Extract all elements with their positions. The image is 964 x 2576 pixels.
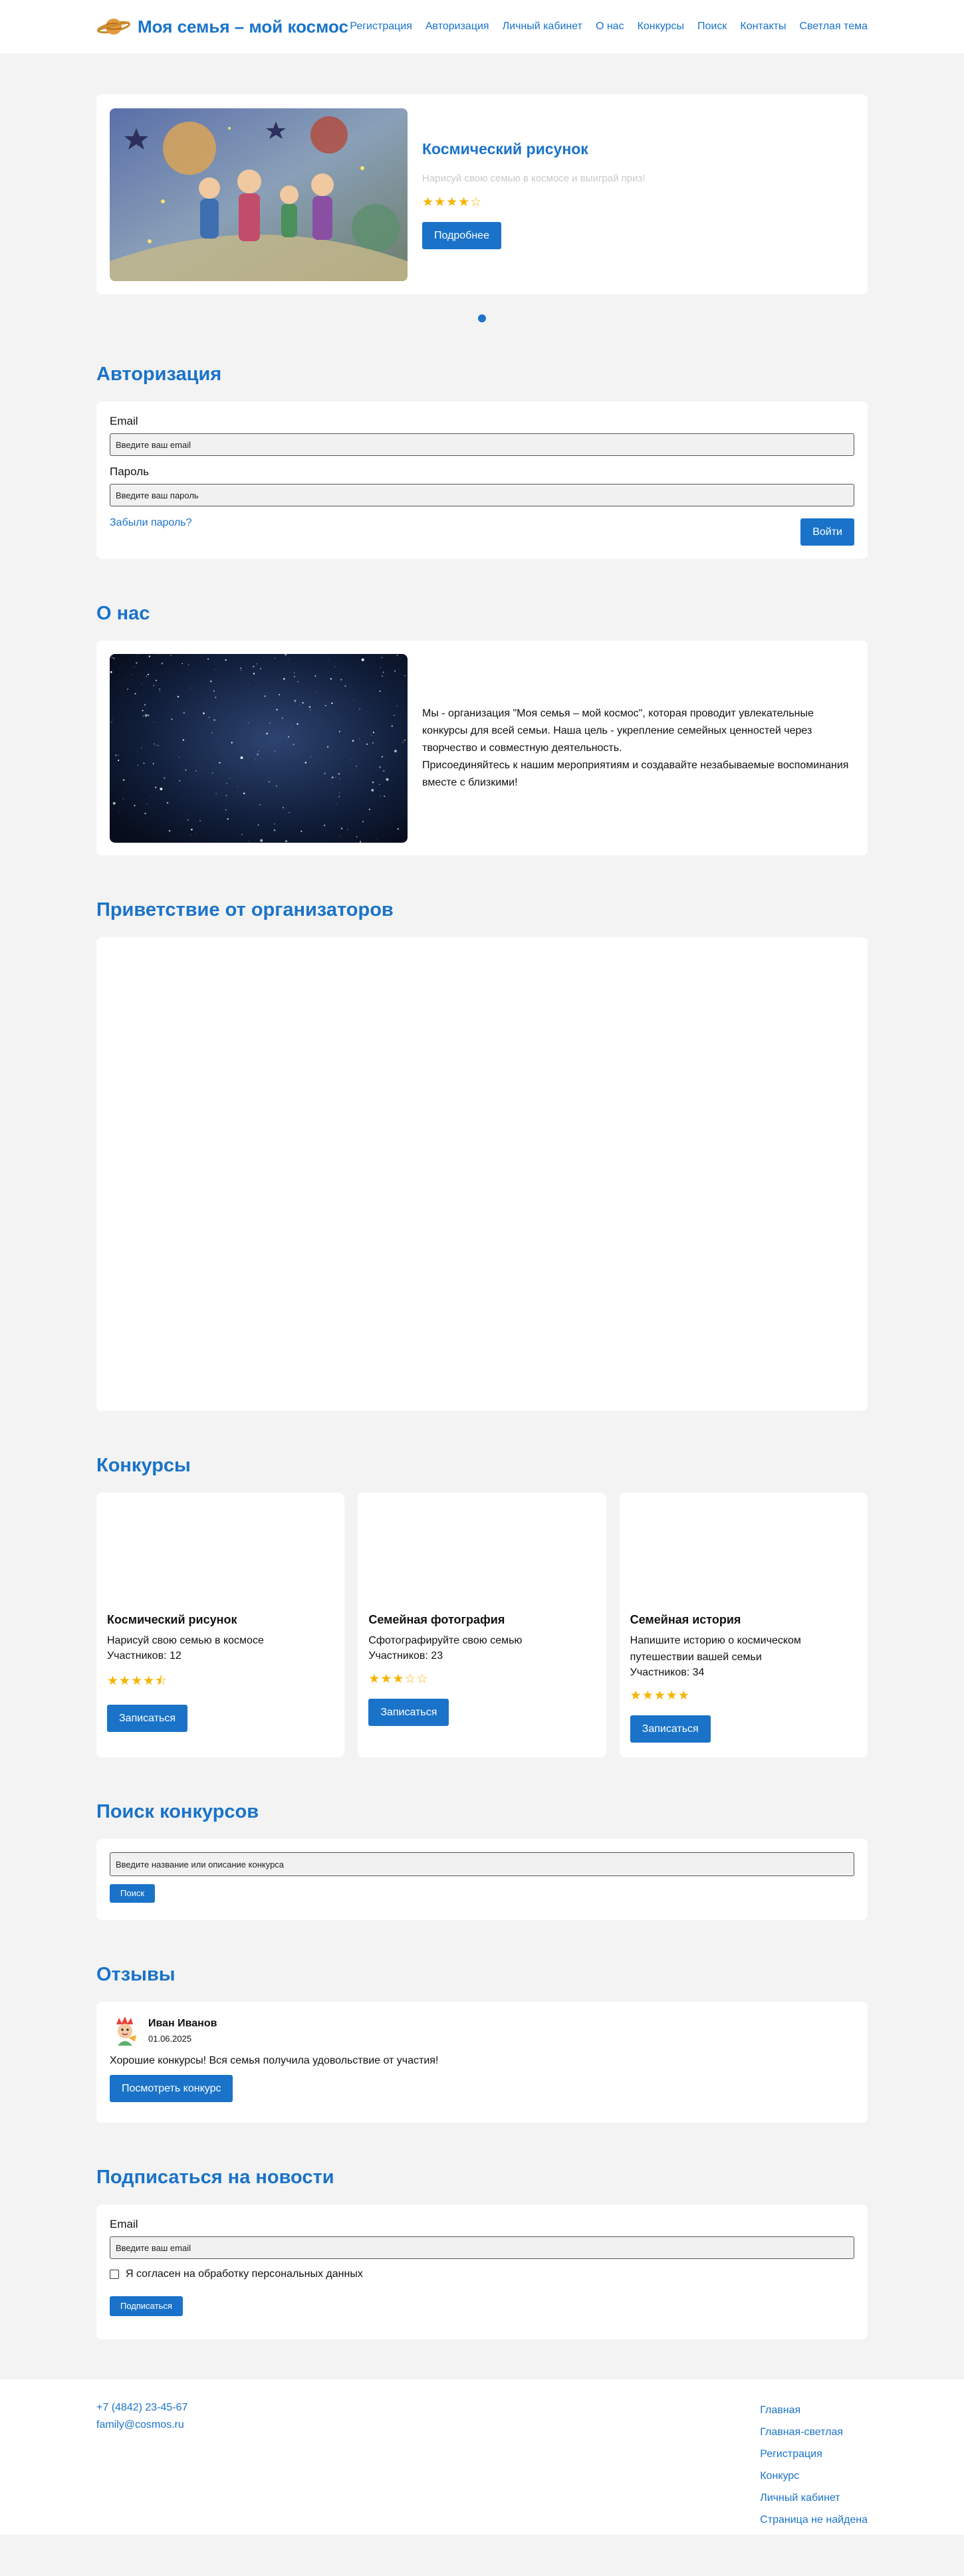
logo-text: Моя семья – мой космос (138, 16, 349, 37)
main-nav: Регистрация Авторизация Личный кабинет О… (350, 21, 868, 33)
space-drawing-image (110, 108, 408, 281)
contest-name: Семейная фотография (368, 1613, 505, 1626)
reviewer-name: Иван Иванов (148, 2017, 217, 2029)
search-form: Поиск (96, 1839, 868, 1920)
slide-card: Космический рисунок Нарисуй свою семью в… (96, 94, 868, 294)
nav-contests[interactable]: Конкурсы (638, 21, 684, 33)
contest-card: Семейная фотография Сфотографируйте свою… (358, 1493, 606, 1757)
contest-name: Семейная история (630, 1613, 741, 1626)
slide-description: Нарисуй свою семью в космосе и выиграй п… (422, 172, 646, 184)
auth-section: Авторизация Email Пароль Забыли пароль? … (96, 364, 868, 559)
nav-search[interactable]: Поиск (697, 21, 727, 33)
contest-name: Космический рисунок (107, 1613, 237, 1626)
review-card: Иван Иванов 01.06.2025 Хорошие конкурсы!… (96, 2002, 868, 2123)
auth-form: Email Пароль Забыли пароль? Войти (96, 401, 868, 559)
featured-slider: Космический рисунок Нарисуй свою семью в… (96, 94, 868, 322)
about-section: О нас Мы - организация "Моя семья – мой … (96, 603, 868, 855)
contest-image (630, 1503, 857, 1613)
contest-participants: Участников: 23 (368, 1650, 443, 1662)
greeting-video[interactable] (96, 937, 868, 1411)
slider-dots (96, 314, 868, 322)
auth-email-field[interactable] (110, 433, 854, 456)
password-label: Пароль (110, 465, 149, 478)
site-header: Моя семья – мой космос Регистрация Автор… (0, 0, 964, 53)
footer-link-registration[interactable]: Регистрация (760, 2443, 868, 2465)
contest-description: Напишите историю о космическом путешеств… (630, 1635, 801, 1663)
contest-rating-stars: ★★★★★ (630, 1689, 690, 1703)
subscribe-button[interactable]: Подписаться (110, 2296, 183, 2316)
reviews-title: Отзывы (96, 1964, 176, 1985)
review-date: 01.06.2025 (148, 2033, 192, 2044)
view-contest-button[interactable]: Посмотреть конкурс (110, 2075, 233, 2102)
login-button[interactable]: Войти (800, 518, 854, 546)
about-paragraph-1: Мы - организация "Моя семья – мой космос… (422, 707, 814, 754)
forgot-password-link[interactable]: Забыли пароль? (110, 517, 192, 529)
greeting-title: Приветствие от организаторов (96, 899, 394, 920)
contest-card: Космический рисунок Нарисуй свою семью в… (96, 1493, 345, 1757)
contest-rating-stars: ★★★☆☆ (368, 1672, 429, 1686)
search-section: Поиск конкурсов Поиск (96, 1801, 868, 1920)
footer-link-not-found[interactable]: Страница не найдена (760, 2509, 868, 2531)
contest-signup-button[interactable]: Записаться (107, 1705, 188, 1732)
consent-label: Я согласен на обработку персональных дан… (126, 2268, 363, 2280)
about-paragraph-2: Присоединяйтесь к нашим мероприятиям и с… (422, 759, 849, 788)
footer-link-contest[interactable]: Конкурс (760, 2465, 868, 2487)
footer-email[interactable]: family@cosmos.ru (96, 2416, 187, 2434)
cartoon-avatar-icon (116, 2016, 136, 2046)
planet-icon (96, 19, 131, 35)
contest-search-input[interactable] (110, 1852, 854, 1876)
reviews-section: Отзывы Иван Иванов 01.06.2025 Хорошие ко… (96, 1964, 868, 2123)
contests-title: Конкурсы (96, 1455, 191, 1476)
nav-authorization[interactable]: Авторизация (425, 21, 489, 33)
slide-details-button[interactable]: Подробнее (422, 221, 501, 249)
subscribe-section: Подписаться на новости Email Я согласен … (96, 2167, 868, 2339)
site-footer: +7 (4842) 23-45-67 family@cosmos.ru Глав… (0, 2379, 964, 2535)
contest-signup-button[interactable]: Записаться (630, 1715, 711, 1743)
footer-link-home-light[interactable]: Главная-светлая (760, 2421, 868, 2443)
subscribe-email-field[interactable] (110, 2236, 854, 2259)
nav-about[interactable]: О нас (596, 21, 624, 33)
contest-description: Сфотографируйте свою семью (368, 1635, 523, 1646)
subscribe-email-label: Email (110, 2218, 138, 2230)
footer-phone[interactable]: +7 (4842) 23-45-67 (96, 2399, 187, 2416)
greeting-section: Приветствие от организаторов (96, 899, 868, 1411)
contest-rating-stars: ★★★★⯪ (107, 1674, 168, 1688)
contest-image (368, 1503, 595, 1613)
subscribe-form: Email Я согласен на обработку персональн… (96, 2204, 868, 2339)
slide-rating-stars: ★★★★☆ (422, 195, 483, 209)
nav-registration[interactable]: Регистрация (350, 21, 412, 33)
nav-light-theme[interactable]: Светлая тема (799, 21, 868, 33)
about-card: Мы - организация "Моя семья – мой космос… (96, 641, 868, 855)
contest-card: Семейная история Напишите историю о косм… (619, 1493, 868, 1757)
contest-participants: Участников: 12 (107, 1650, 181, 1662)
review-text: Хорошие конкурсы! Вся семья получила удо… (110, 2055, 439, 2066)
contest-participants: Участников: 34 (630, 1667, 705, 1678)
slider-dot-active[interactable] (478, 314, 486, 322)
footer-link-account[interactable]: Личный кабинет (760, 2487, 868, 2509)
search-title: Поиск конкурсов (96, 1801, 259, 1822)
contest-image (107, 1503, 334, 1613)
auth-password-field[interactable] (110, 484, 854, 506)
about-title: О нас (96, 603, 150, 624)
email-label: Email (110, 415, 138, 427)
contest-signup-button[interactable]: Записаться (368, 1699, 449, 1726)
contest-description: Нарисуй свою семью в космосе (107, 1635, 264, 1646)
contests-section: Конкурсы Космический рисунок Нарисуй сво… (96, 1455, 868, 1757)
search-button[interactable]: Поиск (110, 1884, 156, 1903)
slide-title: Космический рисунок (422, 140, 588, 158)
consent-checkbox[interactable] (110, 2270, 119, 2279)
starry-sky-image (110, 653, 408, 843)
subscribe-title: Подписаться на новости (96, 2167, 334, 2188)
footer-link-home[interactable]: Главная (760, 2399, 868, 2421)
logo-link[interactable]: Моя семья – мой космос (96, 13, 348, 40)
nav-contacts[interactable]: Контакты (740, 21, 786, 33)
nav-account[interactable]: Личный кабинет (503, 21, 582, 33)
auth-title: Авторизация (96, 364, 222, 385)
